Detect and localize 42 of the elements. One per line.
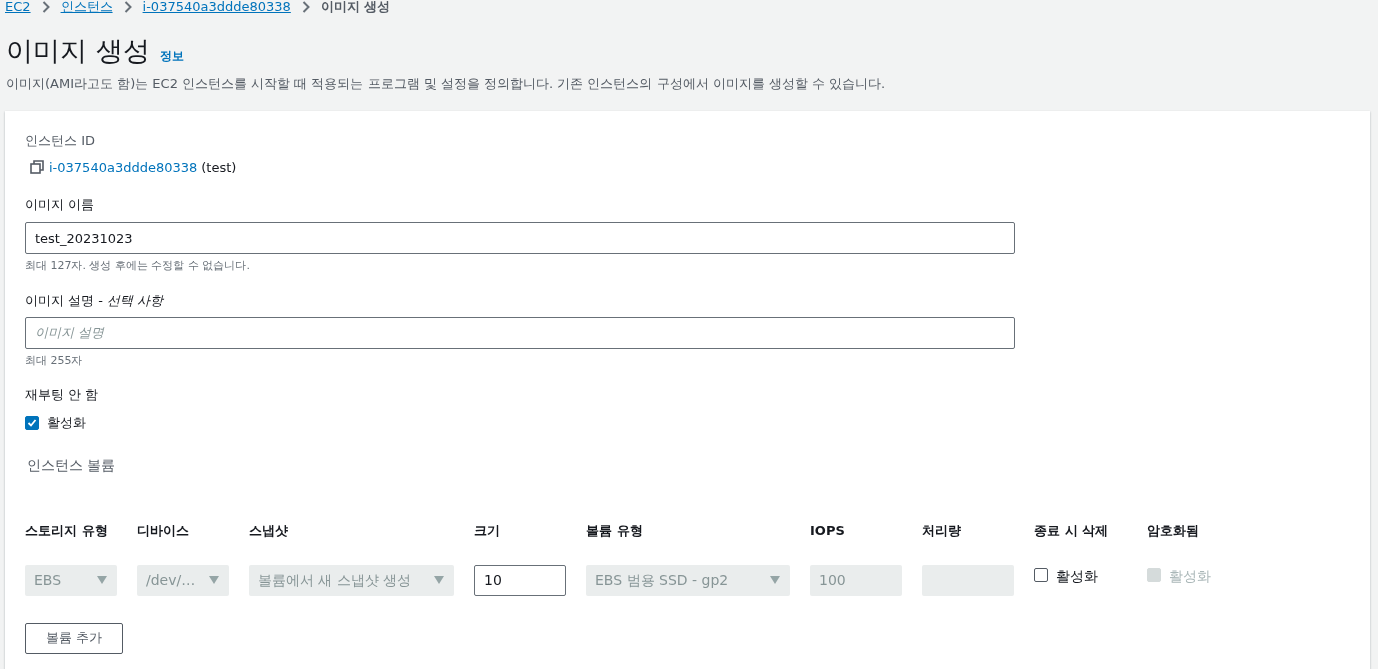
field-hint: 최대 255자: [25, 352, 84, 369]
field-label: 재부팅 안 함: [25, 387, 100, 403]
chevron-right-icon: [41, 1, 50, 13]
add-volume-button[interactable]: 볼륨 추가: [25, 622, 124, 654]
checkbox-label: 활성화: [47, 414, 86, 432]
field-label: 인스턴스 ID: [25, 132, 96, 149]
breadcrumb-link[interactable]: EC2: [5, 0, 31, 14]
checkbox[interactable]: [25, 415, 39, 430]
input-field[interactable]: 이미지 설명: [25, 316, 1015, 349]
column-header: 스냅샷: [249, 522, 288, 538]
info-link[interactable]: 정보: [159, 47, 184, 65]
input-field[interactable]: test_20231023: [25, 222, 1015, 254]
chevron-right-icon: [123, 1, 132, 13]
chevron-right-icon: [301, 1, 310, 13]
page-title: 이미지 생성: [6, 34, 150, 68]
copy-icon[interactable]: [30, 160, 44, 175]
checkbox-label: 활성화: [1056, 567, 1098, 584]
column-header: 종료 시 삭제: [1034, 522, 1109, 538]
caret-icon: [208, 575, 220, 585]
caret-icon: [769, 575, 781, 585]
field-label: 이미지 설명 - 선택 사항: [25, 292, 165, 309]
column-header: 디바이스: [137, 522, 189, 538]
caret-icon: [96, 575, 108, 585]
field-label: 이미지 이름: [25, 197, 96, 213]
instance-name: (test): [201, 158, 237, 177]
column-header: 스토리지 유형: [25, 522, 108, 538]
column-header: IOPS: [810, 522, 845, 538]
breadcrumb-link[interactable]: i-037540a3ddde80338: [142, 0, 291, 14]
input-field[interactable]: 10: [474, 564, 566, 596]
column-header: 처리량: [922, 522, 961, 538]
checkbox[interactable]: [1034, 567, 1048, 582]
page-description: 이미지(AMI라고도 함)는 EC2 인스턴스를 시작할 때 적용되는 프로그램 및 설정을 정의합니다. 기존 인스턴스의 구성에서 이미지를 생성할 수 있습니다.: [5, 75, 887, 93]
instance-link[interactable]: i-037540a3ddde80338: [49, 157, 198, 177]
breadcrumb-link[interactable]: 인스턴스: [60, 0, 113, 14]
checkbox-label: 활성화: [1169, 567, 1211, 584]
field-hint: 최대 127자. 생성 후에는 수정할 수 없습니다.: [25, 258, 251, 274]
column-header: 크기: [474, 522, 500, 538]
breadcrumb-current: 이미지 생성: [320, 0, 391, 14]
caret-icon: [433, 575, 445, 585]
column-header: 볼륨 유형: [586, 522, 643, 538]
column-header: 암호화됨: [1147, 522, 1199, 538]
section-title: 인스턴스 볼륨: [26, 455, 117, 475]
